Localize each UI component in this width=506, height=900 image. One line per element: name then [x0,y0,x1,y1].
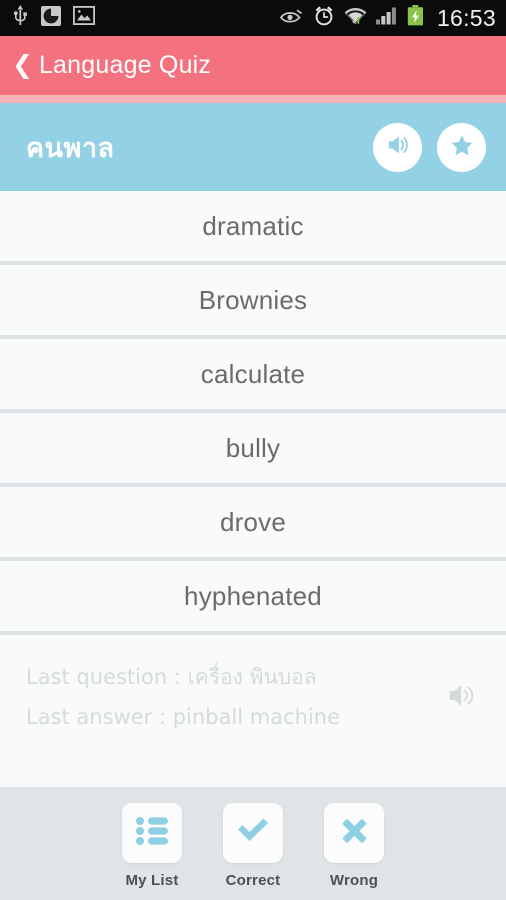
list-icon [133,814,171,853]
speaker-icon [381,128,414,166]
speak-last-answer-button[interactable] [447,681,480,715]
cellular-signal-icon [375,6,398,30]
correct-label: Correct [225,872,281,889]
my-list-label: My List [125,872,179,889]
last-answer-text: Last answer : pinball machine [26,705,340,729]
status-bar-clock: 16:53 [436,4,496,31]
last-question-block: Last question : เครื่อง พินบอล Last answ… [0,635,506,760]
answer-option[interactable]: bully [0,413,506,487]
speak-question-button[interactable] [373,122,422,172]
question-bar: คนพาล [0,103,506,191]
my-list-button[interactable]: My List [122,803,182,889]
status-bar-right-icons: 16:53 [279,5,496,32]
screenshot-image-icon [72,5,96,30]
answer-option[interactable]: hyphenated [0,561,506,635]
cross-icon [335,814,373,853]
app-bar-underline [0,95,506,103]
wrong-tile [324,803,384,863]
page-title: Language Quiz [38,51,212,79]
question-word: คนพาล [26,132,115,164]
app-bar: ❮ Language Quiz [0,36,506,95]
content-spacer [0,760,506,782]
answer-list: dramatic Brownies calculate bully drove … [0,191,506,635]
my-list-tile [122,803,182,863]
alarm-clock-icon [313,5,335,32]
answer-label: Brownies [198,284,308,315]
correct-button[interactable]: Correct [223,803,283,889]
eye-smart-stay-icon [279,7,304,30]
check-icon [234,814,272,853]
answer-option[interactable]: Brownies [0,265,506,339]
correct-tile [223,803,283,863]
battery-charging-icon [407,5,424,31]
bottom-toolbar: My List Correct Wrong [0,787,506,900]
wifi-icon [344,5,367,31]
app-screen: 16:53 ❮ Language Quiz คนพาล dramatic Bro… [0,0,506,900]
answer-label: dramatic [202,210,304,241]
usb-icon [12,4,29,32]
answer-label: calculate [200,358,306,389]
status-bar-left-icons [12,4,96,32]
wrong-button[interactable]: Wrong [324,803,384,889]
android-status-bar: 16:53 [0,0,506,36]
answer-label: hyphenated [184,580,322,611]
answer-label: bully [225,432,281,463]
wrong-label: Wrong [329,872,379,889]
answer-option[interactable]: dramatic [0,191,506,265]
speaker-icon [447,684,480,714]
last-question-text: Last question : เครื่อง พินบอล [26,665,317,689]
answer-option[interactable]: drove [0,487,506,561]
sd-card-icon [41,5,61,31]
answer-option[interactable]: calculate [0,339,506,413]
favorite-button[interactable] [437,122,486,172]
question-bar-actions [373,122,486,172]
back-button[interactable]: ❮ [8,53,39,78]
star-icon [445,128,478,166]
answer-label: drove [219,506,287,537]
